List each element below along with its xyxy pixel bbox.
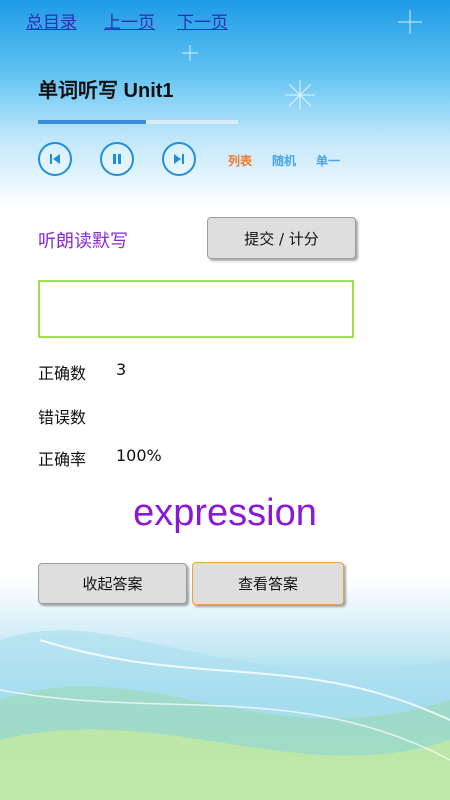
answer-input[interactable]: [38, 280, 354, 338]
page-title: 单词听写 Unit1: [38, 80, 174, 102]
mode-random-button[interactable]: 随机: [272, 152, 296, 169]
answer-word: expression: [133, 492, 317, 534]
correct-count-row: 正确数 3: [38, 360, 126, 384]
mode-list-button[interactable]: 列表: [228, 152, 252, 169]
accuracy-rate-value: 100%: [116, 446, 162, 465]
accuracy-rate-row: 正确率 100%: [38, 446, 162, 470]
dictation-label: 听朗读默写: [38, 231, 128, 252]
hide-answer-button[interactable]: 收起答案: [38, 563, 187, 604]
progress-fill: [38, 120, 146, 124]
correct-count-value: 3: [116, 360, 127, 379]
pause-icon: [113, 154, 121, 164]
view-answer-button[interactable]: 查看答案: [192, 562, 344, 605]
next-page-link[interactable]: 下一页: [177, 8, 228, 33]
skip-previous-icon: [50, 154, 60, 164]
toc-link[interactable]: 总目录: [26, 8, 77, 33]
mode-single-button[interactable]: 单一: [316, 152, 340, 169]
accuracy-rate-label: 正确率: [38, 450, 87, 469]
submit-score-button[interactable]: 提交 / 计分: [207, 217, 356, 259]
pause-button[interactable]: [100, 142, 134, 176]
next-button[interactable]: [162, 142, 196, 176]
wrong-count-label: 错误数: [38, 408, 87, 427]
wrong-count-row: 错误数: [38, 404, 86, 428]
prev-page-link[interactable]: 上一页: [104, 8, 155, 33]
correct-count-label: 正确数: [38, 364, 87, 383]
progress-bar: [38, 120, 238, 124]
skip-next-icon: [174, 154, 184, 164]
previous-button[interactable]: [38, 142, 72, 176]
